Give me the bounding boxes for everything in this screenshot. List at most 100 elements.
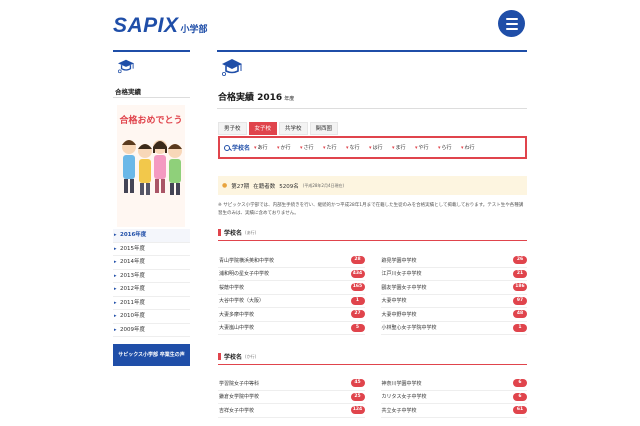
school-name: 大妻嵐山中学校 <box>219 325 255 332</box>
pass-count-badge: 21 <box>513 269 527 278</box>
pass-count-badge: 28 <box>350 256 365 265</box>
section-divider <box>218 240 527 241</box>
section-heading-a: 学校名 (あ行) <box>218 228 256 237</box>
pass-count-badge: 165 <box>350 283 365 292</box>
row-link-ha[interactable]: は行 <box>369 144 392 151</box>
menu-bar <box>505 17 518 20</box>
pass-count-badge: 1 <box>350 296 365 305</box>
school-name: 大妻中野中学校 <box>381 311 417 318</box>
row-link-ta[interactable]: た行 <box>323 144 346 151</box>
year-list: 2016年度 2015年度 2014年度 2013年度 2012年度 2011年… <box>113 229 190 337</box>
sidebar: 合格実績 合格おめでとう 2016年度 <box>113 50 190 426</box>
row-link-ka[interactable]: か行 <box>277 144 300 151</box>
pass-count-badge: 186 <box>513 283 527 292</box>
table-row[interactable]: 大谷中学校（大阪） 1 <box>218 295 365 308</box>
pass-count-badge: 434 <box>350 269 365 278</box>
table-row[interactable]: 共立女子中学校 61 <box>380 404 527 418</box>
main-content: 合格実績 2016年度 男子校 女子校 共学校 関西圏 学校名 あ行 か行 さ行… <box>217 50 527 426</box>
pass-count-badge: 97 <box>513 296 527 305</box>
school-name: 桜蔭中学校 <box>219 284 245 291</box>
section-row: (あ行) <box>245 229 257 235</box>
school-name: 吉祥女子中学校 <box>219 407 255 414</box>
table-row[interactable]: 青山学院横浜英和中学校 28 <box>218 254 365 268</box>
tab-girls-school[interactable]: 女子校 <box>248 122 278 135</box>
school-name-index-bar: 学校名 あ行 か行 さ行 た行 な行 は行 ま行 や行 ら行 わ行 <box>218 136 527 159</box>
pass-count-badge: 61 <box>513 406 527 415</box>
tab-boys-school[interactable]: 男子校 <box>218 122 247 135</box>
year-link-2011[interactable]: 2011年度 <box>113 297 190 310</box>
sapix-logo[interactable]: SAPIX 小学部 <box>113 14 208 38</box>
table-row[interactable]: 鷗友学園女子中学校 186 <box>380 281 527 295</box>
table-row[interactable]: 浦和明の星女子中学校 434 <box>218 268 365 281</box>
row-link-na[interactable]: な行 <box>346 144 369 151</box>
school-name: 共立女子中学校 <box>381 407 417 414</box>
year-link-2012[interactable]: 2012年度 <box>113 283 190 297</box>
school-name: 小林聖心女子学院中学校 <box>381 325 437 332</box>
enrolled-label: 在籍者数 <box>253 183 276 190</box>
pass-count-badge: 1 <box>513 323 527 332</box>
table-row[interactable]: 学習院女子中等科 45 <box>218 377 365 391</box>
row-link-ma[interactable]: ま行 <box>392 144 415 151</box>
table-row[interactable]: 大妻中学校 97 <box>380 295 527 308</box>
kana-row-links: あ行 か行 さ行 た行 な行 は行 ま行 や行 ら行 わ行 <box>254 144 484 151</box>
row-link-sa[interactable]: さ行 <box>300 144 323 151</box>
section-title: 学校名 <box>224 354 243 361</box>
sidebar-title: 合格実績 <box>115 88 141 96</box>
congrats-text: 合格おめでとう <box>119 114 182 126</box>
school-name: 神奈川学園中学校 <box>381 380 422 387</box>
menu-bar <box>505 27 518 30</box>
page-title: 合格実績 2016 年度 <box>218 90 294 103</box>
table-row[interactable]: カリタス女子中学校 6 <box>380 391 527 404</box>
bullet-icon: ● <box>222 182 228 189</box>
table-row[interactable]: 小林聖心女子学院中学校 1 <box>380 322 527 335</box>
section-divider <box>218 364 527 365</box>
logo-main-text: SAPIX <box>113 14 179 37</box>
divider <box>217 108 527 109</box>
school-name: 浦和明の星女子中学校 <box>219 271 270 278</box>
school-name: 大妻多摩中学校 <box>219 311 255 318</box>
pass-count-badge: 6 <box>513 379 527 388</box>
year-link-2015[interactable]: 2015年度 <box>113 243 190 256</box>
year-link-2014[interactable]: 2014年度 <box>113 256 190 270</box>
section-marker <box>218 229 221 236</box>
pass-count-badge: 45 <box>350 379 365 388</box>
table-row[interactable]: 大妻中野中学校 48 <box>380 308 527 322</box>
school-type-tabs: 男子校 女子校 共学校 関西圏 <box>218 122 339 135</box>
enrollment-info-box: ● 第27期 在籍者数 5209名 (平成28年2月4日現在) <box>218 176 527 195</box>
school-name: 鷗友学園女子中学校 <box>381 284 427 291</box>
year-link-2016[interactable]: 2016年度 <box>113 229 190 243</box>
table-row[interactable]: 大妻多摩中学校 27 <box>218 308 365 322</box>
school-name: カリタス女子中学校 <box>381 394 427 401</box>
row-link-ya[interactable]: や行 <box>415 144 438 151</box>
row-link-a[interactable]: あ行 <box>254 144 277 151</box>
results-description: ※ サピックス小学部では、内部生手続きを行い、継続的かつ平成28年1月まで在籍し… <box>218 203 524 216</box>
table-row[interactable]: 吉祥女子中学校 124 <box>218 404 365 418</box>
year-link-2009[interactable]: 2009年度 <box>113 324 190 337</box>
pass-count-badge: 6 <box>513 392 527 401</box>
year-link-2013[interactable]: 2013年度 <box>113 270 190 283</box>
school-name: 江戸川女子中学校 <box>381 271 422 278</box>
school-name: 学習院女子中等科 <box>219 380 260 387</box>
divider <box>113 97 190 98</box>
table-row[interactable]: 大妻嵐山中学校 5 <box>218 322 365 335</box>
school-table-a: 青山学院横浜英和中学校 28 跡見学園中学校 26 浦和明の星女子中学校 434 江戸… <box>218 254 527 335</box>
hamburger-menu-icon[interactable] <box>498 10 525 37</box>
enrolled-note: (平成28年2月4日現在) <box>302 182 345 188</box>
table-row[interactable]: 江戸川女子中学校 21 <box>380 268 527 281</box>
school-table-ka: 学習院女子中等科 45 神奈川学園中学校 6 鎌倉女学院中学校 25 カリタス女子中学… <box>218 377 527 418</box>
tab-coed-school[interactable]: 共学校 <box>279 122 308 135</box>
table-row[interactable]: 桜蔭中学校 165 <box>218 281 365 295</box>
tab-kansai[interactable]: 関西圏 <box>309 122 339 135</box>
graduate-voice-button[interactable]: サピックス小学部 卒業生の声 <box>113 344 190 366</box>
section-heading-ka: 学校名 (か行) <box>218 352 256 361</box>
row-link-ra[interactable]: ら行 <box>438 144 461 151</box>
table-row[interactable]: 跡見学園中学校 26 <box>380 254 527 268</box>
year-link-2010[interactable]: 2010年度 <box>113 310 190 324</box>
school-name: 大谷中学校（大阪） <box>219 298 265 305</box>
pass-count-badge: 5 <box>350 323 365 332</box>
row-link-wa[interactable]: わ行 <box>461 144 484 151</box>
table-row[interactable]: 鎌倉女学院中学校 25 <box>218 391 365 404</box>
enrolled-count: 5209名 <box>279 183 299 190</box>
table-row[interactable]: 神奈川学園中学校 6 <box>380 377 527 391</box>
logo-sub-text: 小学部 <box>180 25 208 35</box>
